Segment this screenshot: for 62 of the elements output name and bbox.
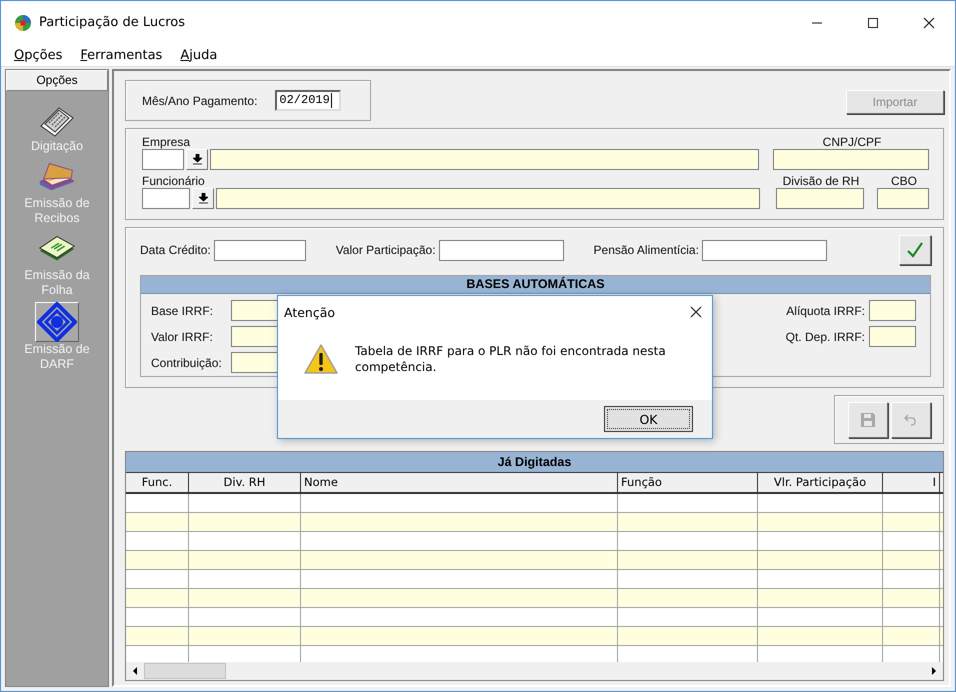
menu-item[interactable]: Opções: [13, 48, 64, 62]
cnpj-field[interactable]: [773, 149, 929, 170]
date-field[interactable]: 02/2019: [275, 90, 342, 111]
field-label: Valor IRRF:: [151, 330, 214, 344]
input-field[interactable]: [214, 240, 306, 260]
field-label: Funcionário: [142, 174, 206, 188]
column-header[interactable]: Função: [618, 473, 758, 492]
checkmark-icon: [906, 241, 924, 259]
field-label: Alíquota IRRF:: [786, 304, 865, 318]
field-label: Contribuição:: [151, 356, 223, 370]
diamond-logo-icon: [37, 302, 77, 342]
grid-row[interactable]: [126, 513, 943, 532]
name-field[interactable]: [216, 188, 760, 209]
field-label: Qt. Dep. IRRF:: [786, 330, 865, 344]
close-icon[interactable]: [923, 16, 935, 28]
field-label: Base IRRF:: [151, 304, 214, 318]
warning-icon: [303, 343, 339, 375]
field-label: Empresa: [142, 135, 192, 149]
horizontal-scrollbar[interactable]: [126, 662, 943, 680]
ok-button[interactable]: OK: [604, 406, 693, 432]
column-header[interactable]: I: [883, 473, 940, 492]
input-field[interactable]: [438, 240, 564, 260]
window-title: Participação de Lucros: [39, 15, 186, 30]
sidebar-header[interactable]: Opções: [6, 70, 108, 91]
lookup-button[interactable]: [186, 149, 208, 170]
field-label: Data Crédito:: [140, 243, 211, 257]
section-header: BASES AUTOMÁTICAS: [141, 276, 930, 294]
column-header[interactable]: Div. RH: [189, 473, 301, 492]
code-field[interactable]: [142, 188, 190, 209]
input-field: [869, 326, 916, 347]
scroll-thumb[interactable]: [144, 663, 226, 679]
field-label: Valor Participação:: [336, 243, 436, 257]
grid-row[interactable]: [126, 627, 943, 646]
input-field: [869, 300, 916, 321]
grid-title: Já Digitadas: [126, 452, 943, 472]
grid-row[interactable]: [126, 551, 943, 570]
division-field[interactable]: [776, 188, 864, 209]
confirm-button[interactable]: [899, 235, 931, 265]
field-label: CBO: [890, 174, 918, 188]
field-label: CNPJ/CPF: [822, 135, 882, 149]
close-icon[interactable]: [690, 306, 702, 318]
field-label: Mês/Ano Pagamento:: [142, 94, 258, 108]
app-icon: [14, 14, 32, 32]
input-field[interactable]: [702, 240, 827, 260]
undo-icon: [904, 414, 918, 426]
grid-row[interactable]: [126, 589, 943, 608]
column-header[interactable]: Nome: [301, 473, 618, 492]
dialog-title: Atenção: [284, 304, 336, 320]
field-label: Pensão Alimentícia:: [594, 243, 699, 257]
download-arrow-icon: [192, 154, 202, 165]
lookup-button[interactable]: [192, 188, 214, 209]
cbo-field[interactable]: [877, 188, 929, 209]
column-header[interactable]: Vlr. Participação: [758, 473, 883, 492]
download-arrow-icon: [198, 193, 208, 204]
name-field[interactable]: [210, 149, 759, 170]
menu-item[interactable]: Ajuda: [179, 48, 218, 62]
code-field[interactable]: [142, 149, 184, 170]
menu-item[interactable]: Ferramentas: [79, 48, 164, 62]
field-label: Divisão de RH: [782, 174, 860, 188]
column-header[interactable]: Func.: [126, 473, 189, 492]
maximize-icon[interactable]: [867, 16, 879, 28]
dialog-message: Tabela de IRRF para o PLR não foi encontrada nesta competência.: [355, 343, 667, 375]
